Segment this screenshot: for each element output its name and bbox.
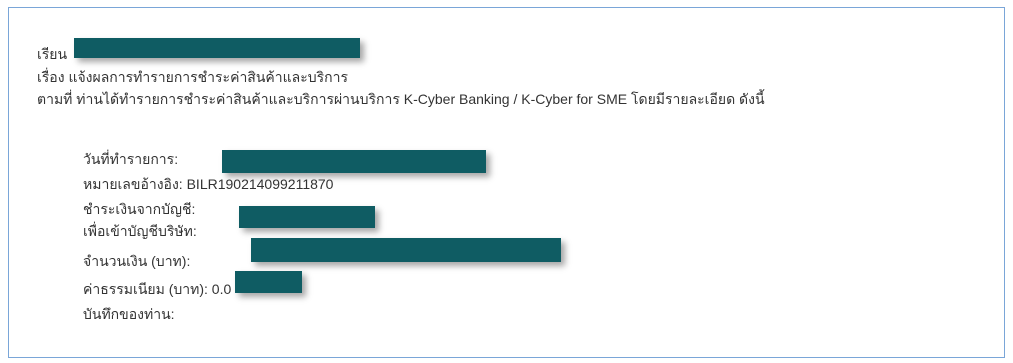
email-frame: เรียน เรื่อง แจ้งผลการทำรายการชำระค่าสิน… — [8, 7, 1005, 358]
fee-label: ค่าธรรมเนียม (บาท): 0.0 — [83, 281, 232, 297]
memo-label: บันทึกของท่าน: — [83, 306, 175, 322]
from-account-label: ชำระเงินจากบัญชี: — [83, 201, 196, 217]
reference-number: หมายเลขอ้างอิง: BILR190214099211870 — [83, 176, 334, 192]
company-account-label: เพื่อเข้าบัญชีบริษัท: — [83, 223, 197, 239]
company-account-redaction — [251, 238, 561, 262]
email-body: เรียน เรื่อง แจ้งผลการทำรายการชำระค่าสิน… — [9, 8, 1004, 357]
amount-redaction — [235, 271, 302, 293]
intro-line: ตามที่ ท่านได้ทำรายการชำระค่าสินค้าและบร… — [37, 91, 765, 107]
recipient-name-redaction — [74, 38, 360, 58]
transaction-date-redaction — [222, 150, 486, 173]
from-account-redaction — [239, 206, 375, 228]
greeting-label: เรียน — [37, 46, 68, 62]
subject-line: เรื่อง แจ้งผลการทำรายการชำระค่าสินค้าและ… — [37, 69, 349, 85]
amount-label: จำนวนเงิน (บาท): — [83, 253, 191, 269]
transaction-date-label: วันที่ทำรายการ: — [83, 151, 179, 167]
